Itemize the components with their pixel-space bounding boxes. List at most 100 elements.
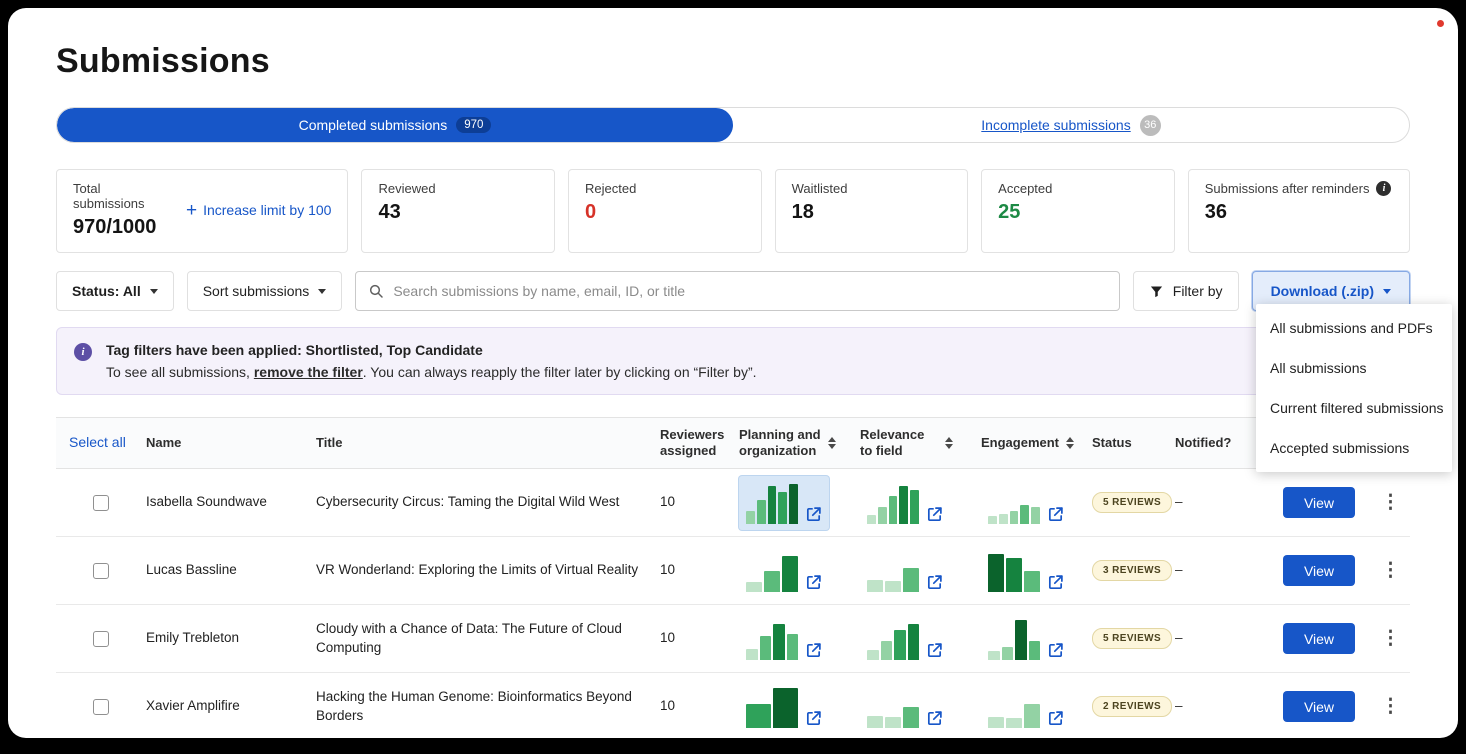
row-checkbox[interactable] — [93, 631, 109, 647]
menu-item-all-submissions[interactable]: All submissions — [1256, 348, 1452, 388]
increase-limit-label: Increase limit by 100 — [203, 202, 331, 218]
external-link-icon[interactable] — [926, 574, 943, 591]
remove-filter-link[interactable]: remove the filter — [254, 364, 363, 380]
external-link-icon[interactable] — [805, 506, 822, 523]
reviews-status-badge: 2 REVIEWS — [1092, 696, 1172, 718]
sort-submissions-dropdown[interactable]: Sort submissions — [187, 271, 343, 311]
kebab-menu-icon[interactable]: ⋮ — [1381, 493, 1400, 512]
relevance-score-chart — [860, 544, 981, 598]
stat-value: 970/1000 — [73, 216, 168, 239]
histogram — [867, 686, 919, 728]
external-link-icon[interactable] — [805, 642, 822, 659]
tag-filter-banner: i Tag filters have been applied: Shortli… — [56, 327, 1410, 395]
reviewers-assigned-count: 10 — [660, 493, 739, 511]
row-checkbox[interactable] — [93, 699, 109, 715]
table-header: Select all Name Title Reviewers assigned… — [56, 417, 1410, 469]
planning-score-chart — [739, 680, 860, 734]
status-filter-label: Status: All — [72, 283, 141, 299]
external-link-icon[interactable] — [1047, 574, 1064, 591]
histogram — [746, 686, 798, 728]
stat-value: 18 — [792, 201, 952, 224]
header-name: Name — [146, 435, 316, 451]
menu-item-current-filtered-submissions[interactable]: Current filtered submissions — [1256, 388, 1452, 428]
stat-label: Reviewed — [378, 181, 538, 196]
page-title: Submissions — [56, 8, 1410, 81]
histogram — [867, 618, 919, 660]
stat-after-reminders: Submissions after reminders i 36 — [1188, 169, 1410, 253]
external-link-icon[interactable] — [926, 642, 943, 659]
sort-label: Sort submissions — [203, 283, 310, 299]
stat-label: Total submissions — [73, 181, 168, 211]
increase-limit-link[interactable]: + Increase limit by 100 — [186, 201, 332, 220]
banner-text: To see all submissions, — [106, 364, 254, 380]
planning-score-chart — [739, 476, 860, 530]
histogram — [746, 482, 798, 524]
header-planning-organization[interactable]: Planning and organization — [739, 427, 860, 460]
view-button[interactable]: View — [1283, 487, 1355, 518]
view-button[interactable]: View — [1283, 691, 1355, 722]
tab-completed-submissions[interactable]: Completed submissions 970 — [57, 108, 733, 142]
stat-label: Rejected — [585, 181, 745, 196]
stat-label: Accepted — [998, 181, 1158, 196]
histogram — [988, 482, 1040, 524]
sort-icon — [945, 437, 953, 449]
info-icon: i — [74, 343, 92, 361]
row-checkbox[interactable] — [93, 495, 109, 511]
record-indicator-dot — [1437, 20, 1444, 27]
stat-total-submissions: Total submissions 970/1000 + Increase li… — [56, 169, 348, 253]
select-all-link[interactable]: Select all — [56, 434, 126, 452]
row-checkbox[interactable] — [93, 563, 109, 579]
status-filter-dropdown[interactable]: Status: All — [56, 271, 174, 311]
menu-item-all-submissions-and-pdfs[interactable]: All submissions and PDFs — [1256, 308, 1452, 348]
histogram — [988, 550, 1040, 592]
external-link-icon[interactable] — [926, 506, 943, 523]
submission-name: Lucas Bassline — [146, 561, 316, 579]
reviewers-assigned-count: 10 — [660, 561, 739, 579]
submission-name: Xavier Amplifire — [146, 697, 316, 715]
external-link-icon[interactable] — [805, 710, 822, 727]
header-label: Relevance to field — [860, 427, 938, 460]
chevron-down-icon — [318, 289, 326, 294]
tab-incomplete-label: Incomplete submissions — [981, 117, 1130, 133]
stat-label: Submissions after reminders — [1205, 181, 1370, 196]
stat-accepted: Accepted 25 — [981, 169, 1175, 253]
sort-icon — [828, 437, 836, 449]
kebab-menu-icon[interactable]: ⋮ — [1381, 629, 1400, 648]
view-button[interactable]: View — [1283, 555, 1355, 586]
relevance-score-chart — [860, 612, 981, 666]
search-input[interactable] — [393, 283, 1106, 299]
external-link-icon[interactable] — [1047, 642, 1064, 659]
kebab-menu-icon[interactable]: ⋮ — [1381, 561, 1400, 580]
histogram — [867, 550, 919, 592]
external-link-icon[interactable] — [1047, 710, 1064, 727]
menu-item-accepted-submissions[interactable]: Accepted submissions — [1256, 428, 1452, 468]
banner-title: Tag filters have been applied: Shortlist… — [106, 342, 757, 358]
header-engagement[interactable]: Engagement — [981, 435, 1092, 451]
reviews-status-badge: 5 REVIEWS — [1092, 492, 1172, 514]
notified-value: – — [1175, 697, 1255, 715]
engagement-score-chart — [981, 680, 1092, 734]
download-label: Download (.zip) — [1271, 283, 1374, 299]
filter-by-button[interactable]: Filter by — [1133, 271, 1239, 311]
table-row: Isabella Soundwave Cybersecurity Circus:… — [56, 469, 1410, 537]
external-link-icon[interactable] — [805, 574, 822, 591]
table-row: Emily Trebleton Cloudy with a Chance of … — [56, 605, 1410, 673]
submission-title: Hacking the Human Genome: Bioinformatics… — [316, 688, 660, 724]
external-link-icon[interactable] — [1047, 506, 1064, 523]
view-button[interactable]: View — [1283, 623, 1355, 654]
info-icon[interactable]: i — [1376, 181, 1391, 196]
kebab-menu-icon[interactable]: ⋮ — [1381, 697, 1400, 716]
engagement-score-chart — [981, 476, 1092, 530]
stat-value: 43 — [378, 201, 538, 224]
submission-name: Emily Trebleton — [146, 629, 316, 647]
header-label: Engagement — [981, 435, 1059, 451]
stat-reviewed: Reviewed 43 — [361, 169, 555, 253]
header-reviewers-assigned: Reviewers assigned — [660, 427, 739, 460]
histogram — [988, 686, 1040, 728]
tab-incomplete-submissions[interactable]: Incomplete submissions 36 — [733, 108, 1409, 142]
search-box — [355, 271, 1119, 311]
external-link-icon[interactable] — [926, 710, 943, 727]
stat-value: 25 — [998, 201, 1158, 224]
chevron-down-icon — [1383, 289, 1391, 294]
header-relevance-to-field[interactable]: Relevance to field — [860, 427, 981, 460]
